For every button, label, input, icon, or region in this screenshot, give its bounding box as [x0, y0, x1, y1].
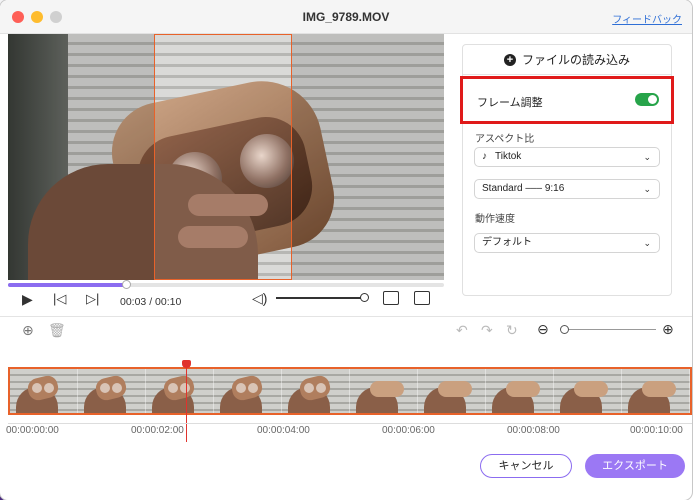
- filmstrip-frame: [146, 369, 214, 413]
- filmstrip-frame: [350, 369, 418, 413]
- crop-shade-right: [292, 34, 444, 280]
- filmstrip-frame: [418, 369, 486, 413]
- filmstrip-frame: [622, 369, 690, 413]
- add-marker-icon[interactable]: ⊕: [22, 323, 34, 337]
- undo-icon[interactable]: ↶: [456, 323, 468, 337]
- tick-label: 00:00:08:00: [507, 425, 560, 436]
- window-title: IMG_9789.MOV: [302, 10, 390, 24]
- current-time: 00:03: [120, 296, 147, 308]
- timeline-ruler: [8, 418, 692, 424]
- filmstrip-frame: [282, 369, 350, 413]
- aspect-ratio-select[interactable]: ♪ Tiktok ⌄: [474, 147, 660, 167]
- chevron-down-icon: ⌄: [643, 238, 651, 248]
- plus-circle-icon: +: [503, 53, 516, 66]
- timeline-divider: [0, 316, 692, 317]
- ratio-preset-value: Standard ––– 9:16: [482, 183, 565, 194]
- feedback-link[interactable]: フィードバック: [612, 11, 682, 26]
- load-file-button[interactable]: + ファイルの読み込み: [463, 45, 671, 75]
- chevron-down-icon: ⌄: [643, 152, 651, 162]
- fullscreen-icon[interactable]: [414, 291, 430, 305]
- zoom-out-icon[interactable]: ⊖: [537, 322, 549, 336]
- ratio-preset-select[interactable]: Standard ––– 9:16 ⌄: [474, 179, 660, 199]
- export-button[interactable]: エクスポート: [585, 454, 685, 478]
- filmstrip-frame: [486, 369, 554, 413]
- tick-label: 00:00:04:00: [257, 425, 310, 436]
- editor-window: IMG_9789.MOV フィードバック ▶ |◁ ▷| 00:03 / 00:…: [0, 0, 692, 500]
- timeline-filmstrip[interactable]: [8, 367, 692, 415]
- filmstrip-frame: [554, 369, 622, 413]
- frame-adjust-label: フレーム調整: [477, 97, 543, 109]
- timeline-playhead[interactable]: [185, 364, 187, 442]
- reset-icon[interactable]: ↻: [506, 323, 518, 337]
- timeline-playhead-handle[interactable]: [181, 360, 191, 368]
- tick-label: 00:00:02:00: [131, 425, 184, 436]
- chevron-down-icon: ⌄: [643, 184, 651, 194]
- tiktok-icon: ♪: [482, 151, 487, 162]
- frame-adjust-toggle[interactable]: [635, 93, 659, 106]
- toggle-knob: [648, 95, 657, 104]
- timeline-zoom-slider[interactable]: [568, 329, 656, 330]
- trash-icon[interactable]: 🗑: [48, 323, 66, 337]
- cancel-button[interactable]: キャンセル: [480, 454, 572, 478]
- motion-speed-label: 動作速度: [475, 214, 515, 225]
- playback-progress-bar[interactable]: [8, 280, 444, 289]
- filmstrip-frame: [214, 369, 282, 413]
- motion-speed-value: デフォルト: [482, 237, 532, 248]
- aspect-ratio-value: Tiktok: [495, 151, 522, 162]
- next-frame-icon[interactable]: ▷|: [86, 292, 99, 306]
- playback-progress-knob[interactable]: [121, 280, 131, 289]
- aspect-ratio-label: アスペクト比: [475, 134, 535, 145]
- zoom-in-icon[interactable]: ⊕: [662, 322, 674, 336]
- crop-shade-left: [8, 34, 154, 280]
- time-separator: /: [149, 296, 153, 308]
- play-icon[interactable]: ▶: [22, 292, 33, 306]
- video-preview[interactable]: [8, 34, 444, 280]
- filmstrip-frame: [10, 369, 78, 413]
- timeline-zoom-knob[interactable]: [560, 325, 569, 334]
- tick-label: 00:00:00:00: [6, 425, 59, 436]
- frame-adjust-row: フレーム調整: [460, 76, 674, 124]
- filmstrip-frame: [78, 369, 146, 413]
- volume-icon[interactable]: ◁): [252, 291, 267, 305]
- motion-speed-select[interactable]: デフォルト ⌄: [474, 233, 660, 253]
- load-file-label: ファイルの読み込み: [521, 53, 630, 67]
- title-bar: IMG_9789.MOV フィードバック: [0, 0, 692, 34]
- crop-frame[interactable]: [154, 34, 292, 280]
- redo-icon[interactable]: ↷: [481, 323, 493, 337]
- playback-progress-fill: [8, 283, 126, 287]
- volume-slider-knob[interactable]: [360, 293, 369, 302]
- playback-time: 00:03 / 00:10: [120, 296, 181, 308]
- tick-label: 00:00:06:00: [382, 425, 435, 436]
- total-time: 00:10: [155, 296, 182, 308]
- volume-slider[interactable]: [276, 297, 364, 299]
- previous-frame-icon[interactable]: |◁: [53, 292, 66, 306]
- snapshot-icon[interactable]: [383, 291, 399, 305]
- tick-label: 00:00:10:00: [630, 425, 683, 436]
